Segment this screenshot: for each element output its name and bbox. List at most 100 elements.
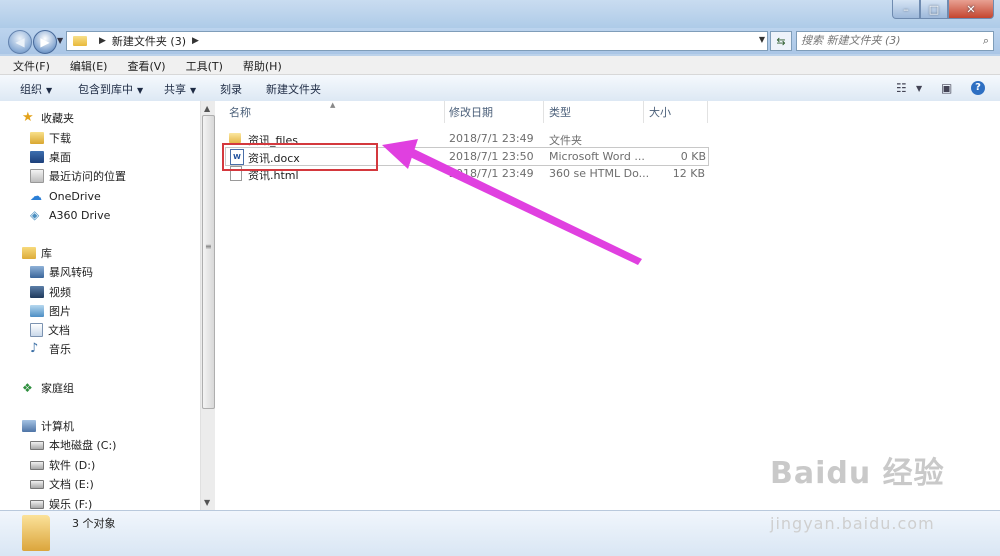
- search-icon[interactable]: ⌕: [983, 34, 989, 48]
- nav-item-label: 娱乐 (F:): [49, 498, 93, 510]
- nav-libraries-label: 库: [41, 247, 52, 260]
- nav-favorites[interactable]: ★ 收藏夹: [22, 109, 74, 127]
- arrow-right-icon: ▶: [40, 35, 50, 49]
- minimize-button[interactable]: –: [892, 0, 920, 19]
- column-header-label: 类型: [549, 106, 571, 119]
- back-button[interactable]: ◀: [8, 30, 32, 54]
- nav-item-music[interactable]: ♪ 音乐: [30, 340, 71, 358]
- hard-drive-icon: [30, 479, 44, 489]
- nav-item-label: 暴风转码: [49, 266, 93, 279]
- address-dropdown-icon[interactable]: ▼: [759, 35, 765, 44]
- baidu-watermark-url: jingyan.baidu.com: [770, 514, 935, 533]
- column-header-size[interactable]: 大小: [649, 101, 708, 123]
- nav-item-pictures[interactable]: 图片: [30, 302, 71, 320]
- column-header-date[interactable]: 修改日期: [449, 101, 544, 123]
- nav-item-onedrive[interactable]: ☁ OneDrive: [30, 187, 101, 205]
- nav-item-downloads[interactable]: 下载: [30, 129, 71, 147]
- nav-favorites-label: 收藏夹: [41, 112, 74, 125]
- search-box[interactable]: ⌕: [796, 31, 994, 51]
- chevron-down-icon[interactable]: ▼: [916, 84, 922, 93]
- share-button[interactable]: 共享 ▼: [164, 81, 196, 97]
- nav-item-a360-drive[interactable]: ◈ A360 Drive: [30, 206, 110, 224]
- address-bar[interactable]: ▶ 新建文件夹 (3) ▶ ▼: [66, 31, 768, 51]
- preview-pane-icon[interactable]: ▣: [941, 81, 952, 95]
- nav-item-label: OneDrive: [49, 189, 101, 203]
- nav-pane-scrollbar[interactable]: ▲ ≡ ▼: [200, 101, 215, 510]
- nav-libraries[interactable]: 库: [22, 244, 52, 262]
- address-row: ◀ ▶ ▼ ▶ 新建文件夹 (3) ▶ ▼ ⇆ ⌕: [0, 28, 1000, 54]
- nav-item-label: 本地磁盘 (C:): [49, 439, 117, 452]
- breadcrumb-separator-icon[interactable]: ▶: [99, 36, 106, 46]
- arrow-shaft: [410, 149, 642, 265]
- column-header-name[interactable]: 名称: [229, 101, 445, 123]
- chevron-down-icon: ▼: [46, 86, 53, 95]
- organize-button[interactable]: 组织 ▼: [20, 81, 52, 97]
- nav-computer-label: 计算机: [41, 420, 74, 433]
- column-header-label: 名称: [229, 106, 251, 119]
- scroll-up-icon[interactable]: ▲: [204, 104, 210, 113]
- item-count: 3 个对象: [72, 517, 116, 530]
- view-options-icon[interactable]: ☷: [896, 81, 907, 95]
- share-label: 共享: [164, 83, 186, 96]
- command-bar: 组织 ▼ 包含到库中 ▼ 共享 ▼ 刻录 新建文件夹 ☷ ▼ ▣ ?: [0, 75, 1000, 102]
- nav-item-videos[interactable]: 视频: [30, 283, 71, 301]
- nav-item-drive-e[interactable]: 文档 (E:): [30, 475, 94, 493]
- media-library-icon: [30, 266, 44, 278]
- help-icon[interactable]: ?: [971, 81, 985, 95]
- nav-item-baofeng[interactable]: 暴风转码: [30, 263, 93, 281]
- nav-item-drive-d[interactable]: 软件 (D:): [30, 456, 95, 474]
- folder-icon: [229, 133, 241, 143]
- hard-drive-icon: [30, 460, 44, 470]
- breadcrumb-folder[interactable]: 新建文件夹 (3): [112, 33, 186, 49]
- a360-drive-icon: ◈: [30, 208, 40, 222]
- menu-tools[interactable]: 工具(T): [173, 56, 230, 74]
- breadcrumb-separator-icon[interactable]: ▶: [192, 36, 199, 46]
- scroll-down-icon[interactable]: ▼: [204, 498, 210, 507]
- nav-item-drive-f[interactable]: 娱乐 (F:): [30, 495, 92, 510]
- refresh-button[interactable]: ⇆: [770, 31, 792, 51]
- recent-pages-dropdown[interactable]: ▼: [57, 36, 63, 45]
- nav-item-label: 软件 (D:): [49, 459, 96, 472]
- nav-item-label: 下载: [49, 132, 71, 145]
- chevron-down-icon: ▼: [137, 86, 144, 95]
- menu-view[interactable]: 查看(V): [114, 56, 172, 74]
- forward-button[interactable]: ▶: [33, 30, 57, 54]
- nav-item-drive-c[interactable]: 本地磁盘 (C:): [30, 436, 116, 454]
- nav-item-label: 视频: [49, 286, 71, 299]
- menu-edit[interactable]: 编辑(E): [57, 56, 115, 74]
- desktop-icon: [30, 151, 44, 163]
- nav-item-label: 图片: [49, 305, 71, 318]
- close-button[interactable]: ✕: [948, 0, 994, 19]
- nav-item-documents[interactable]: 文档: [30, 321, 70, 339]
- nav-item-recent-places[interactable]: 最近访问的位置: [30, 167, 126, 185]
- nav-homegroup[interactable]: ❖ 家庭组: [22, 379, 74, 397]
- column-header-type[interactable]: 类型: [549, 101, 644, 123]
- annotation-arrow: [382, 139, 642, 265]
- scrollbar-thumb[interactable]: [202, 115, 215, 409]
- search-input[interactable]: [797, 32, 975, 48]
- title-bar: – □ ✕: [0, 0, 1000, 28]
- cloud-icon: ☁: [30, 189, 42, 203]
- menu-bar: 文件(F) 编辑(E) 查看(V) 工具(T) 帮助(H): [0, 56, 1000, 75]
- music-note-icon: ♪: [30, 341, 39, 356]
- maximize-button[interactable]: □: [920, 0, 948, 19]
- menu-help[interactable]: 帮助(H): [230, 56, 289, 74]
- hard-drive-icon: [30, 440, 44, 450]
- homegroup-icon: ❖: [22, 381, 33, 395]
- burn-button[interactable]: 刻录: [220, 81, 242, 97]
- star-icon: ★: [22, 110, 34, 125]
- new-folder-button[interactable]: 新建文件夹: [266, 81, 321, 97]
- nav-item-label: 文档: [48, 324, 70, 337]
- file-size: 12 KB: [672, 167, 705, 180]
- nav-computer[interactable]: 计算机: [22, 417, 74, 435]
- grip-icon: ≡: [205, 242, 212, 251]
- include-in-library-button[interactable]: 包含到库中 ▼: [78, 81, 143, 97]
- menu-file[interactable]: 文件(F): [0, 56, 57, 74]
- nav-item-desktop[interactable]: 桌面: [30, 148, 71, 166]
- nav-item-label: 桌面: [49, 151, 71, 164]
- picture-library-icon: [30, 305, 44, 317]
- include-in-library-label: 包含到库中: [78, 83, 133, 96]
- highlight-box: [222, 143, 378, 171]
- refresh-icon: ⇆: [776, 34, 786, 48]
- folder-icon: [73, 36, 87, 46]
